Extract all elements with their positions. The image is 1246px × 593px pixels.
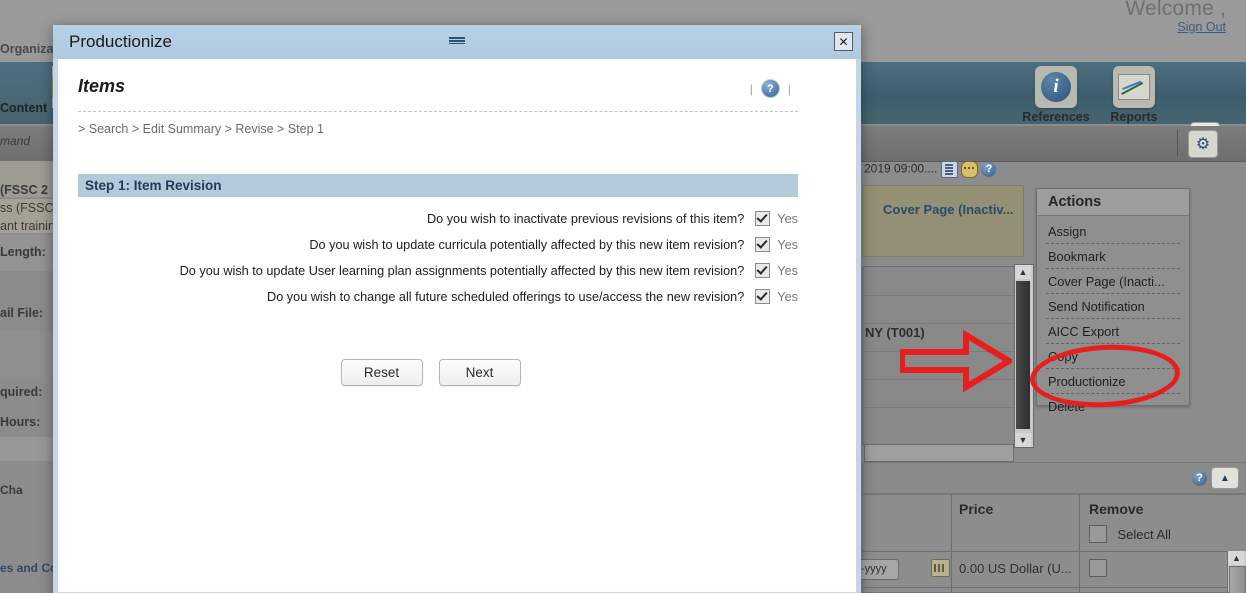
detail-timestamp: 2019 09:00.... ? (864, 161, 997, 178)
chat-icon[interactable] (961, 161, 979, 178)
gear-icon[interactable]: ⚙ (1188, 130, 1218, 158)
reset-button[interactable]: Reset (340, 359, 423, 386)
separator-left: | (749, 81, 753, 96)
breadcrumb[interactable]: > Search > Edit Summary > Revise > Step … (78, 122, 324, 136)
detail-list: NY (T001) (862, 266, 1024, 446)
action-item-delete[interactable]: Delete (1046, 394, 1180, 418)
page-title: Items (78, 76, 126, 96)
question-row: Do you wish to inactivate previous revis… (78, 211, 798, 226)
detail-list-scrollbar[interactable]: ▲ ▼ (1014, 264, 1034, 448)
price-table: Price Remove Select All M-d-yyyy 0.00 US… (839, 494, 1246, 593)
column-header-remove: Remove (1089, 501, 1144, 517)
screen-root: Welcome , Sign Out Content i References … (0, 0, 1246, 593)
cover-page-panel: Cover Page (Inactiv... (862, 185, 1024, 257)
collapse-up-icon[interactable]: ▲ (1211, 467, 1239, 489)
left-col-text: quired: (0, 385, 43, 399)
table-top-input[interactable] (864, 444, 1014, 462)
select-all-label: Select All (1117, 526, 1171, 542)
action-item-bookmark[interactable]: Bookmark (1046, 244, 1180, 269)
actions-panel: Actions Assign Bookmark Cover Page (Inac… (1036, 188, 1190, 414)
close-icon[interactable]: ✕ (834, 32, 853, 51)
welcome-text: Welcome , (1125, 0, 1226, 20)
left-col-text: mand (0, 134, 31, 148)
dialog-title: Productionize (69, 32, 173, 51)
left-col-text: Cha (0, 483, 23, 497)
timestamp-text: 2019 09:00.... (864, 161, 938, 176)
drag-handle-icon[interactable] (449, 37, 465, 44)
question-yes-label: Yes (777, 263, 798, 278)
help-icon[interactable]: ? (760, 79, 780, 98)
question-label: Do you wish to inactivate previous revis… (426, 211, 745, 226)
background-price-table: ? ▲ Price Remove Select All M-d-yyyy 0.0… (839, 444, 1246, 593)
question-list: Do you wish to inactivate previous revis… (78, 211, 798, 315)
nav-item-references[interactable]: i References (1017, 66, 1095, 124)
sign-out-link[interactable]: Sign Out (1177, 20, 1226, 34)
nav-item-label: Reports (1110, 110, 1158, 124)
left-col-text: es and Co (0, 561, 58, 575)
productionize-dialog: Items | ? | > Search > Edit Summary > Re… (53, 25, 861, 593)
question-row: Do you wish to update curricula potentia… (78, 237, 798, 252)
select-all-checkbox[interactable] (1089, 525, 1107, 543)
separator-right: | (787, 81, 791, 96)
action-item-cover-page[interactable]: Cover Page (Inacti... (1046, 269, 1180, 294)
left-col-text: ail File: (0, 306, 44, 320)
dialog-title-bar[interactable]: Productionize ✕ (53, 25, 861, 59)
action-item-productionize[interactable]: Productionize (1046, 369, 1180, 394)
question-label: Do you wish to change all future schedul… (267, 289, 745, 304)
action-item-aicc-export[interactable]: AICC Export (1046, 319, 1180, 344)
column-header-price: Price (959, 501, 994, 517)
toolbar-divider (1177, 130, 1178, 156)
step-header: Step 1: Item Revision (78, 174, 798, 197)
table-scrollbar[interactable]: ▲ (1227, 551, 1246, 593)
list-icon[interactable] (940, 161, 958, 178)
page-title-wrap: Items (78, 76, 125, 97)
action-item-copy[interactable]: Copy (1046, 344, 1180, 369)
select-all-control[interactable]: Select All (1089, 525, 1171, 543)
question-yes-label: Yes (777, 211, 798, 226)
left-col-text: Length: (0, 245, 46, 259)
question-checkbox[interactable] (755, 237, 771, 252)
cover-page-link[interactable]: Cover Page (Inactiv... (883, 202, 1014, 217)
question-yes-label: Yes (777, 237, 798, 252)
action-item-send-notification[interactable]: Send Notification (1046, 294, 1180, 319)
table-header-bar: ? ▲ (862, 462, 1246, 494)
question-row: Do you wish to update User learning plan… (78, 263, 798, 278)
left-col-text: Hours: (0, 415, 41, 429)
left-col-text: Organizat (0, 42, 58, 56)
calendar-icon[interactable] (931, 559, 950, 577)
dialog-body: Items | ? | > Search > Edit Summary > Re… (63, 59, 851, 592)
dialog-button-row: Reset Next (63, 359, 798, 386)
question-label: Do you wish to update User learning plan… (179, 263, 745, 278)
actions-list: Assign Bookmark Cover Page (Inacti... Se… (1037, 216, 1189, 418)
detail-list-label: NY (T001) (865, 325, 925, 340)
left-col-text: (FSSC 2 (0, 183, 48, 197)
question-checkbox[interactable] (755, 289, 771, 304)
left-col-text: ant trainin (0, 219, 55, 233)
question-checkbox[interactable] (755, 263, 771, 278)
remove-checkbox[interactable] (1089, 559, 1107, 577)
help-icon[interactable]: ? (1192, 471, 1207, 486)
action-item-assign[interactable]: Assign (1046, 219, 1180, 244)
question-checkbox[interactable] (755, 211, 771, 226)
question-yes-label: Yes (777, 289, 798, 304)
divider (78, 111, 798, 112)
question-label: Do you wish to update curricula potentia… (309, 237, 745, 252)
left-col-text: ss (FSSC (0, 201, 54, 215)
next-button[interactable]: Next (438, 359, 521, 386)
price-cell: 0.00 US Dollar (U... (959, 561, 1072, 576)
dialog-help-area: | ? | (750, 79, 791, 98)
actions-panel-title: Actions (1037, 189, 1189, 216)
help-icon[interactable]: ? (981, 162, 997, 177)
background-left-column: (FSSC 2 ss (FSSC ant trainin Length: ail… (0, 161, 60, 593)
chart-icon (1113, 66, 1155, 108)
nav-item-label: References (1022, 110, 1090, 124)
nav-item-label: Content (0, 101, 48, 115)
question-row: Do you wish to change all future schedul… (78, 289, 798, 304)
nav-item-reports[interactable]: Reports (1095, 66, 1173, 124)
info-icon: i (1035, 66, 1077, 108)
